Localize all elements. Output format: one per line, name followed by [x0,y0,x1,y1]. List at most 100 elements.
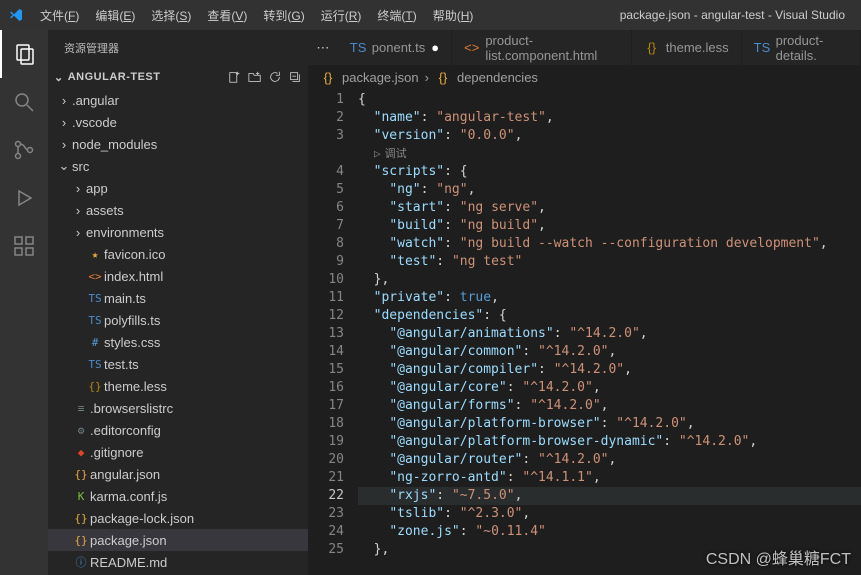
tree-item-label: .vscode [72,115,117,130]
menu-item[interactable]: 文件(F) [32,5,87,27]
breadcrumb[interactable]: {} package.json › {} dependencies [308,65,861,89]
file-row[interactable]: {}package.json [48,529,308,551]
code-line[interactable]: "@angular/forms": "^14.2.0", [358,397,861,415]
file-row[interactable]: TSpolyfills.ts [48,309,308,331]
chevron-right-icon: › [56,137,72,152]
code-line[interactable]: "zone.js": "~0.11.4" [358,523,861,541]
tree-item-label: README.md [90,555,167,570]
editor-tab[interactable]: TSproduct-details. [742,30,861,65]
folder-row[interactable]: ›environments [48,221,308,243]
menu-item[interactable]: 帮助(H) [425,5,482,27]
scm-activity[interactable] [0,126,48,174]
file-type-icon: ◆ [72,446,90,459]
code-line[interactable]: "build": "ng build", [358,217,861,235]
collapse-all-icon[interactable] [286,68,304,86]
editor-tab[interactable]: TSponent.ts● [338,30,452,65]
file-row[interactable]: ≡.browserslistrc [48,397,308,419]
tab-label: theme.less [666,40,729,55]
tree-item-label: main.ts [104,291,146,306]
tree-item-label: theme.less [104,379,167,394]
menu-item[interactable]: 查看(V) [199,5,255,27]
code-line[interactable]: "@angular/platform-browser-dynamic": "^1… [358,433,861,451]
code-line[interactable]: }, [358,271,861,289]
refresh-icon[interactable] [266,68,284,86]
code-line[interactable]: "scripts": { [358,163,861,181]
watermark: CSDN @蜂巢糖FCT [706,545,851,569]
editor-area: ⋯ TS ponent.ts ● <>product-list.component.h… [308,30,861,575]
tree-item-label: src [72,159,89,174]
tree-item-label: package-lock.json [90,511,194,526]
code-line[interactable]: "dependencies": { [358,307,861,325]
folder-row[interactable]: ›.angular [48,89,308,111]
chevron-right-icon: › [56,115,72,130]
menu-item[interactable]: 运行(R) [313,5,370,27]
file-type-icon: <> [86,270,104,283]
tree-item-label: .gitignore [90,445,143,460]
menu-item[interactable]: 选择(S) [143,5,199,27]
debug-codelens[interactable]: ▷调试 [358,145,861,163]
new-file-icon[interactable] [226,68,244,86]
file-row[interactable]: Kkarma.conf.js [48,485,308,507]
file-type-icon: <> [464,40,479,55]
extensions-activity[interactable] [0,222,48,270]
folder-row[interactable]: ⌄src [48,155,308,177]
file-row[interactable]: {}package-lock.json [48,507,308,529]
code-line[interactable]: "@angular/animations": "^14.2.0", [358,325,861,343]
tree-item-label: .angular [72,93,119,108]
editor-tab[interactable]: {}theme.less [632,30,742,65]
code-content[interactable]: { "name": "angular-test", "version": "0.… [358,89,861,575]
debug-activity[interactable] [0,174,48,222]
code-line[interactable]: "test": "ng test" [358,253,861,271]
file-row[interactable]: {}theme.less [48,375,308,397]
editor-tab[interactable]: <>product-list.component.html [452,30,632,65]
code-line[interactable]: "tslib": "^2.3.0", [358,505,861,523]
code-line[interactable]: "ng": "ng", [358,181,861,199]
folder-row[interactable]: ›.vscode [48,111,308,133]
code-line[interactable]: { [358,91,861,109]
file-row[interactable]: TStest.ts [48,353,308,375]
file-row[interactable]: ⚙.editorconfig [48,419,308,441]
tree-item-label: angular.json [90,467,160,482]
code-line[interactable]: "start": "ng serve", [358,199,861,217]
menu-item[interactable]: 编辑(E) [87,5,143,27]
code-line[interactable]: "@angular/router": "^14.2.0", [358,451,861,469]
tabs-overflow-icon[interactable]: ⋯ [308,30,338,65]
tree-item-label: karma.conf.js [90,489,167,504]
vscode-logo-icon [8,7,24,23]
sidebar-explorer: 资源管理器 ⌄ ANGULAR-TEST ›.angular›.vscode›n… [48,30,308,575]
folder-row[interactable]: ›node_modules [48,133,308,155]
tree-item-label: package.json [90,533,167,548]
code-line[interactable]: "watch": "ng build --watch --configurati… [358,235,861,253]
code-line[interactable]: "name": "angular-test", [358,109,861,127]
file-type-icon: {} [72,468,90,481]
menu-item[interactable]: 终端(T) [369,5,424,27]
file-row[interactable]: ★favicon.ico [48,243,308,265]
tree-item-label: app [86,181,108,196]
code-line[interactable]: "ng-zorro-antd": "^14.1.1", [358,469,861,487]
code-line[interactable]: "@angular/common": "^14.2.0", [358,343,861,361]
tab-label: ponent.ts [372,40,426,55]
file-row[interactable]: #styles.css [48,331,308,353]
code-line[interactable]: "rxjs": "~7.5.0", [358,487,861,505]
explorer-activity[interactable] [0,30,48,78]
file-row[interactable]: {}angular.json [48,463,308,485]
new-folder-icon[interactable] [246,68,264,86]
file-row[interactable]: ◆.gitignore [48,441,308,463]
search-activity[interactable] [0,78,48,126]
workspace-root-header[interactable]: ⌄ ANGULAR-TEST [48,65,308,89]
file-row[interactable]: ⓘREADME.md [48,551,308,573]
code-line[interactable]: "private": true, [358,289,861,307]
code-line[interactable]: "version": "0.0.0", [358,127,861,145]
file-row[interactable]: <>index.html [48,265,308,287]
file-row[interactable]: TSmain.ts [48,287,308,309]
code-line[interactable]: "@angular/compiler": "^14.2.0", [358,361,861,379]
folder-row[interactable]: ›assets [48,199,308,221]
dirty-icon: ● [431,40,439,55]
tree-item-label: .browserslistrc [90,401,173,416]
code-line[interactable]: "@angular/platform-browser": "^14.2.0", [358,415,861,433]
code-line[interactable]: "@angular/core": "^14.2.0", [358,379,861,397]
code-editor[interactable]: 123 456789101112131415161718192021222324… [308,89,861,575]
menu-item[interactable]: 转到(G) [255,5,312,27]
folder-row[interactable]: ›app [48,177,308,199]
file-type-icon: TS [754,40,770,55]
